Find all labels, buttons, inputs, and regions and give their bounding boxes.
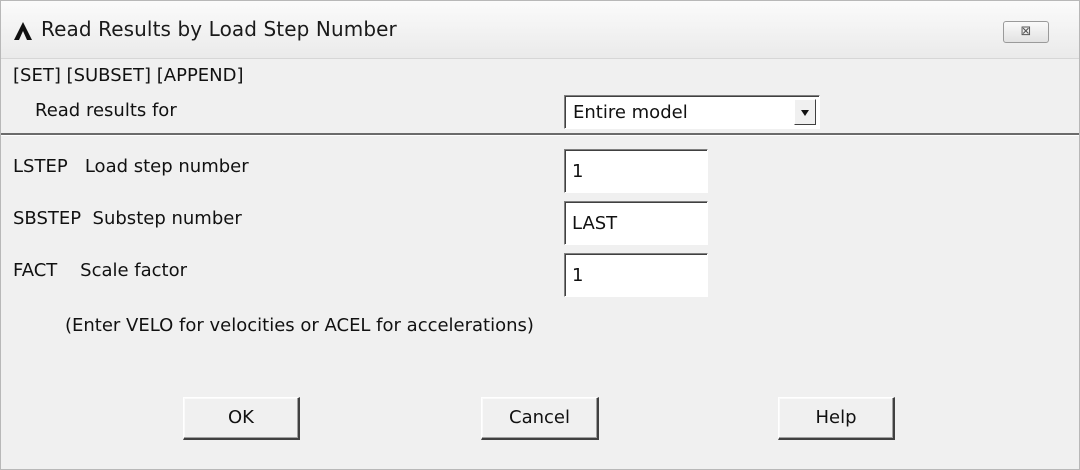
read-results-dropdown[interactable]: Entire model xyxy=(564,95,820,129)
read-results-label: Read results for xyxy=(35,100,177,121)
fact-label: FACT Scale factor xyxy=(13,260,188,281)
lstep-label: LSTEP Load step number xyxy=(13,156,249,177)
close-icon: ⊠ xyxy=(1020,24,1032,39)
ansys-logo-icon xyxy=(14,22,32,40)
chevron-down-icon xyxy=(801,110,809,116)
command-list-label: [SET] [SUBSET] [APPEND] xyxy=(13,65,244,86)
cancel-button[interactable]: Cancel xyxy=(481,397,599,440)
ok-button[interactable]: OK xyxy=(183,397,300,440)
sbstep-input[interactable] xyxy=(564,201,708,245)
fact-input[interactable] xyxy=(564,253,708,297)
sbstep-label: SBSTEP Substep number xyxy=(13,208,242,229)
dialog-window: Read Results by Load Step Number ⊠ [SET]… xyxy=(0,0,1080,470)
close-button[interactable]: ⊠ xyxy=(1003,21,1049,43)
read-results-selected-value: Entire model xyxy=(573,102,688,123)
scale-factor-hint: (Enter VELO for velocities or ACEL for a… xyxy=(65,315,534,336)
title-bar[interactable]: Read Results by Load Step Number ⊠ xyxy=(1,1,1079,59)
help-button[interactable]: Help xyxy=(778,397,895,440)
dialog-title: Read Results by Load Step Number xyxy=(41,17,397,41)
dropdown-arrow-button[interactable] xyxy=(794,99,816,125)
section-divider xyxy=(1,133,1079,136)
lstep-input[interactable] xyxy=(564,149,708,193)
